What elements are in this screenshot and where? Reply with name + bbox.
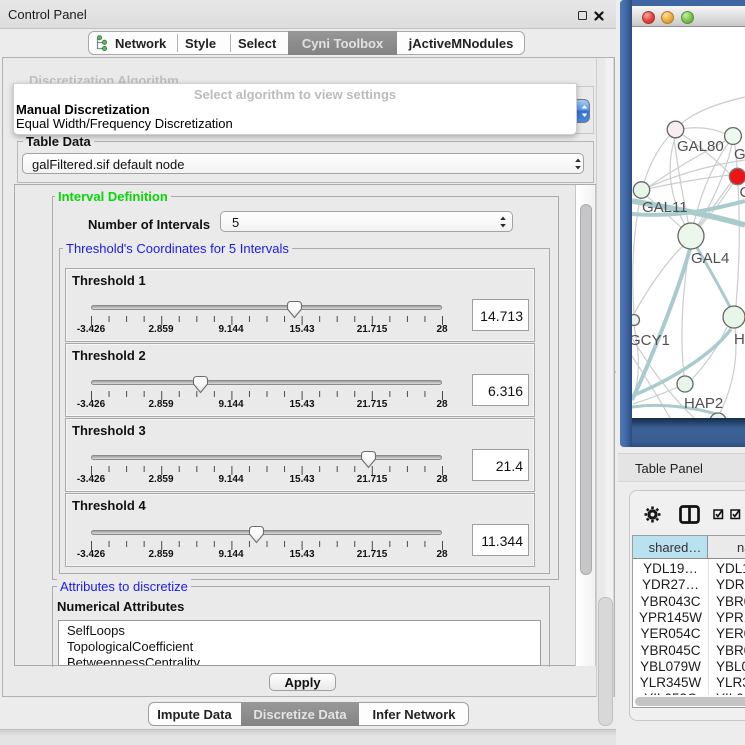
svg-text:GCY1: GCY1 bbox=[632, 332, 670, 349]
svg-text:GAL80: GAL80 bbox=[677, 138, 724, 155]
svg-text:CR: CR bbox=[740, 184, 745, 201]
svg-text:GAL11: GAL11 bbox=[642, 199, 688, 216]
svg-text:HA: HA bbox=[734, 331, 745, 348]
svg-text:GA: GA bbox=[734, 146, 745, 163]
svg-text:HAP2: HAP2 bbox=[684, 395, 723, 412]
svg-text:GAL4: GAL4 bbox=[691, 250, 729, 267]
